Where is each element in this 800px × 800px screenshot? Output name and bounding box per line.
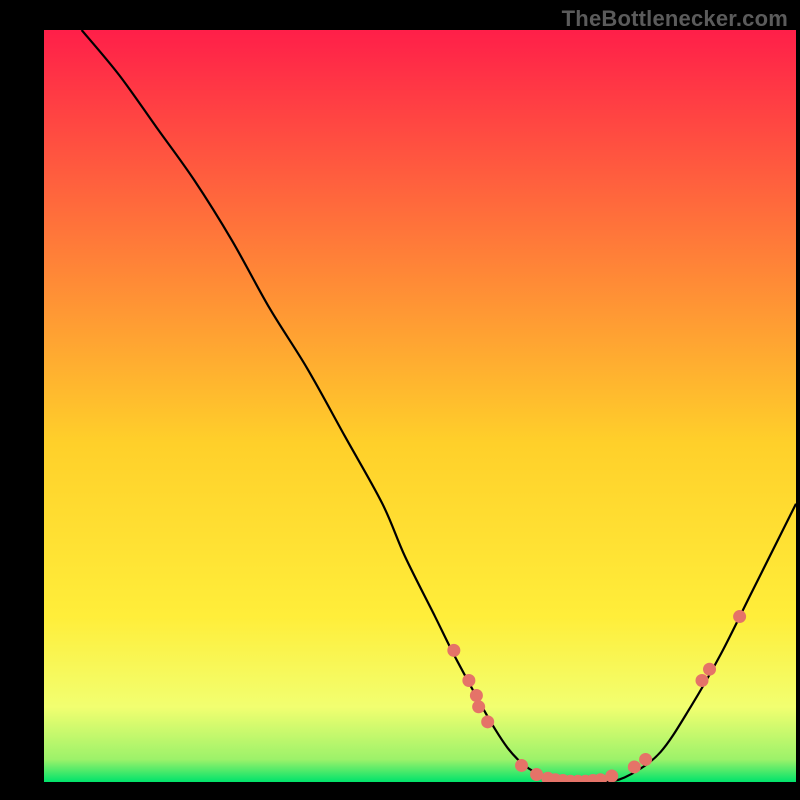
data-marker: [696, 674, 709, 687]
data-marker: [472, 700, 485, 713]
data-marker: [733, 610, 746, 623]
data-marker: [628, 760, 641, 773]
data-marker: [703, 663, 716, 676]
data-marker: [605, 769, 618, 782]
data-marker: [639, 753, 652, 766]
data-marker: [481, 715, 494, 728]
data-marker: [530, 768, 543, 781]
watermark-text: TheBottlenecker.com: [562, 6, 788, 32]
gradient-background: [44, 30, 796, 782]
bottleneck-chart-svg: [44, 30, 796, 782]
chart-frame: TheBottlenecker.com: [0, 0, 800, 800]
data-marker: [462, 674, 475, 687]
data-marker: [470, 689, 483, 702]
plot-area: [44, 30, 796, 782]
data-marker: [447, 644, 460, 657]
data-marker: [515, 759, 528, 772]
